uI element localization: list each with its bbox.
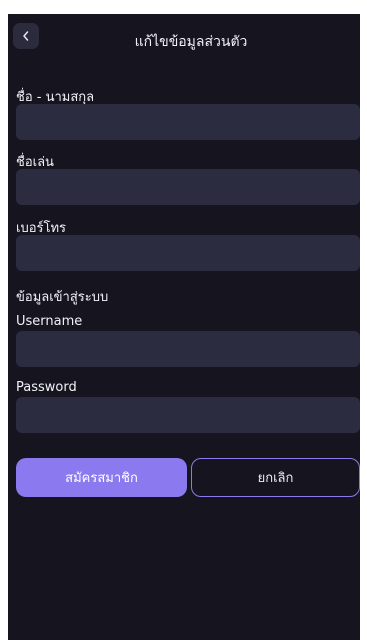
page-title: แก้ไขข้อมูลส่วนตัว bbox=[134, 34, 248, 50]
fullname-input[interactable] bbox=[16, 104, 360, 140]
phone-input[interactable] bbox=[16, 235, 360, 271]
login-section-title: ข้อมูลเข้าสู่ระบบ bbox=[16, 290, 109, 305]
password-label: Password bbox=[16, 380, 77, 395]
header-bar: แก้ไขข้อมูลส่วนตัว bbox=[8, 14, 360, 66]
password-input[interactable] bbox=[16, 397, 360, 433]
profile-edit-screen: แก้ไขข้อมูลส่วนตัว ชื่อ - นามสกุล ชื่อเล… bbox=[8, 14, 360, 640]
cancel-button[interactable]: ยกเลิก bbox=[191, 458, 360, 497]
nickname-input[interactable] bbox=[16, 169, 360, 205]
username-input[interactable] bbox=[16, 331, 360, 367]
username-label: Username bbox=[16, 314, 83, 329]
register-button[interactable]: สมัครสมาชิก bbox=[16, 458, 187, 497]
